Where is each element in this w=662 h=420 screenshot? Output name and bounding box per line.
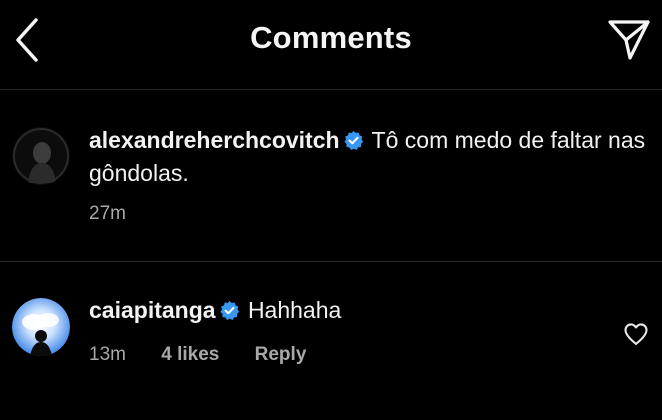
comment-username[interactable]: alexandreherchcovitch (89, 127, 340, 153)
avatar[interactable] (12, 127, 70, 185)
header: Comments (0, 0, 662, 88)
comment-body: caiapitanga Hahhaha (89, 294, 609, 327)
comment-text: Hahhaha (247, 297, 342, 323)
comment-meta: 13m 4 likes Reply (89, 344, 336, 366)
likes-count[interactable]: 4 likes (161, 344, 219, 365)
share-button[interactable] (606, 16, 652, 64)
like-button[interactable] (622, 320, 650, 348)
heart-icon (624, 323, 648, 345)
header-divider (0, 89, 662, 90)
caption-divider (0, 261, 662, 262)
reply-button[interactable]: Reply (255, 344, 307, 365)
direct-share-icon (608, 20, 650, 60)
comment-username[interactable]: caiapitanga (89, 297, 216, 323)
page-title: Comments (250, 20, 412, 55)
verified-badge-icon (343, 130, 363, 150)
comment-timestamp: 27m (89, 203, 126, 224)
comment-body: alexandreherchcovitch Tô com medo de fal… (89, 124, 654, 190)
comment-meta: 27m (89, 203, 156, 225)
verified-badge-icon (219, 300, 239, 320)
avatar[interactable] (12, 298, 70, 356)
comment-timestamp: 13m (89, 344, 126, 365)
